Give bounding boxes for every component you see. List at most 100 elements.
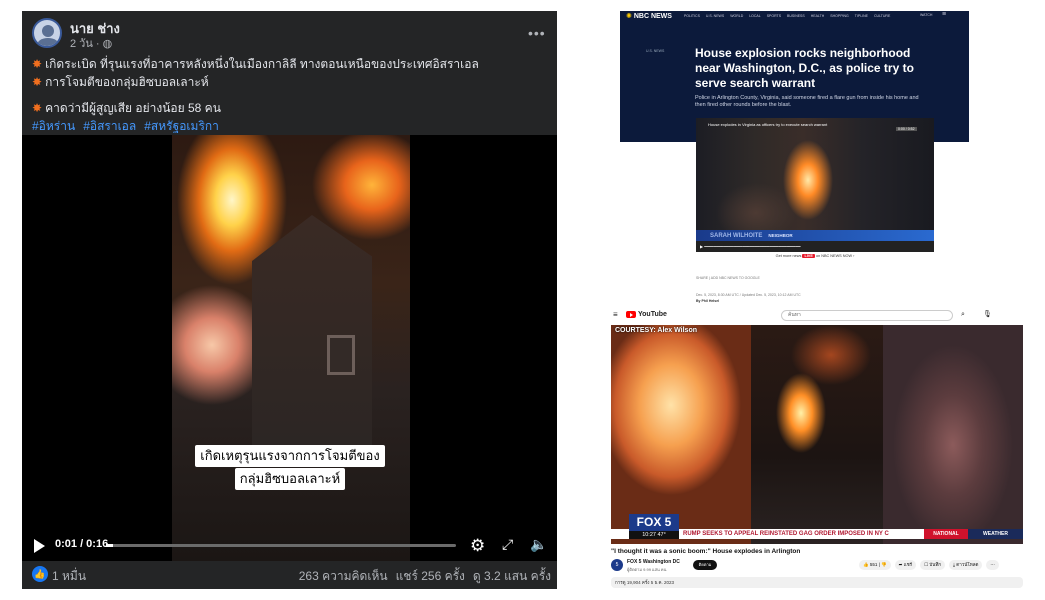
menu-icon[interactable]: ≡ (942, 11, 946, 18)
thumbs-up-icon: 👍 (863, 562, 869, 567)
fox5-logo: FOX 5 (629, 514, 679, 531)
nav-item[interactable]: HEALTH (811, 14, 825, 18)
download-button[interactable]: ⤓ ดาวน์โหลด (949, 560, 983, 570)
post-footer: 👍 1 หมื่น 263 ความคิดเห็น แชร์ 256 ครั้ง… (32, 566, 551, 586)
post-line-3: ✸ คาดว่ามีผู้สูญเสีย อย่างน้อย 58 คน (32, 99, 547, 117)
hashtag-link[interactable]: #อิสราเอล (83, 117, 136, 135)
video-controls: 0:01 / 0:16 ⚙ ⤢ 🔈 (22, 530, 557, 561)
progress-bar[interactable] (106, 544, 456, 547)
view-count: ดู 3.2 แสน ครั้ง (472, 569, 551, 583)
like-count: 551 (869, 562, 878, 567)
nav-item[interactable]: SHOPPING (830, 14, 848, 18)
courtesy-caption: COURTESY: Alex Wilson (615, 327, 698, 334)
broadcast-clock: 10:27 47° (629, 531, 679, 539)
menu-icon[interactable]: ≡ (613, 310, 618, 319)
video-description[interactable]: การดู 19,904 ครั้ง 5 ธ.ค. 2023 (611, 577, 1023, 588)
globe-icon: ◍ (102, 38, 113, 50)
channel-name[interactable]: FOX 5 Washington DC (627, 559, 680, 565)
nav-item[interactable]: WORLD (730, 14, 743, 18)
add-nbc-link[interactable]: ADD NBC NEWS TO GOOGLE (711, 276, 760, 280)
nbc-logo-text: NBC NEWS (633, 12, 672, 20)
search-icon[interactable]: ⌕ (961, 311, 965, 319)
nav-item[interactable]: SPORTS (767, 14, 781, 18)
thumbs-down-icon[interactable]: 👎 (881, 562, 887, 567)
post-stats: 263 ความคิดเห็น แชร์ 256 ครั้ง ดู 3.2 แส… (299, 567, 551, 586)
like-button[interactable]: 👍 551 | 👎 (859, 560, 891, 570)
comment-count[interactable]: 263 ความคิดเห็น (299, 567, 388, 586)
youtube-watch-page: ≡ YouTube ค้นหา ⌕ 🎙 COURTESY: Alex Wilso… (611, 308, 1023, 590)
nbc-video-controls[interactable]: ▶ ━━━━━━━━━━━━━━━━━━━━━━━━━━━━━━━━━━━━━━… (696, 241, 934, 252)
live-badge: LIVE (802, 254, 815, 258)
nav-item[interactable]: TIPLINE (855, 14, 868, 18)
channel-avatar[interactable]: 5 (611, 559, 623, 571)
more-icon[interactable]: ⋯ (986, 560, 999, 570)
more-news-text: Get more news (775, 254, 802, 258)
youtube-play-icon (626, 311, 636, 318)
lower-third: SARAH WILHOITE NEIGHBOR (696, 230, 934, 241)
subtitle-line-2: กลุ่มฮิซบอลเลาะห์ (234, 468, 346, 490)
progress-fill (106, 544, 113, 547)
subscriber-count: ผู้ติดตาม 9.99 แสน คน (627, 567, 667, 572)
save-icon: ☐ (924, 562, 929, 567)
nav-item[interactable]: BUSINESS (787, 14, 805, 18)
hashtag-link[interactable]: #สหรัฐอเมริกา (144, 117, 219, 135)
article-byline: By Phil Helsel (696, 299, 720, 303)
expand-icon[interactable]: ⤢ (502, 536, 513, 553)
save-button[interactable]: ☐ บันทึก (920, 560, 946, 570)
video-player[interactable]: เกิดเหตุรุนแรงจากการโจมตีของ กลุ่มฮิซบอล… (22, 135, 557, 561)
video-subtitle: เกิดเหตุรุนแรงจากการโจมตีของ กลุ่มฮิซบอล… (189, 445, 391, 491)
share-link[interactable]: SHARE (696, 276, 708, 280)
watch-link[interactable]: WATCH (920, 13, 932, 17)
post-line-1: ✸ เกิดระเบิด ที่รุนแรงที่อาคารหลังหนึ่งใน… (32, 55, 547, 73)
video-title: "I thought it was a sonic boom:" House e… (611, 548, 801, 555)
mute-icon[interactable]: 🔈 (530, 536, 547, 553)
video-panel-center (751, 325, 883, 544)
nav-item[interactable]: CULTURE (874, 14, 890, 18)
share-button[interactable]: ➦ แชร์ (894, 560, 917, 570)
share-count[interactable]: แชร์ 256 ครั้ง (396, 567, 465, 586)
collision-icon: ✸ (32, 75, 43, 89)
video-panel-left (611, 325, 751, 544)
more-news-suffix: on NBC NEWS NOW (815, 254, 853, 258)
post-text: ✸ เกิดระเบิด ที่รุนแรงที่อาคารหลังหนึ่งใน… (32, 55, 547, 135)
share-row: SHARE | ADD NBC NEWS TO GOOGLE (696, 276, 760, 280)
post-time[interactable]: 2 วัน · ◍ (70, 34, 112, 52)
post-line-1-text: เกิดระเบิด ที่รุนแรงที่อาคารหลังหนึ่งในเ… (45, 57, 479, 71)
post-line-2-text: การโจมตีของกลุ่มฮิซบอลเลาะห์ (45, 75, 209, 89)
article-category[interactable]: U.S. NEWS (646, 49, 664, 53)
download-label: ดาวน์โหลด (956, 562, 979, 567)
nbc-video-title: House explodes in Virginia as officers t… (708, 122, 828, 127)
timecode: 0:01 / 0:16 (55, 538, 109, 550)
post-time-text: 2 วัน · (70, 38, 103, 50)
gear-icon[interactable]: ⚙ (470, 536, 485, 556)
reaction-count[interactable]: 1 หมื่น (52, 567, 86, 586)
nav-item[interactable]: U.S. NEWS (706, 14, 724, 18)
nav-item[interactable]: LOCAL (749, 14, 760, 18)
collision-icon: ✸ (32, 101, 43, 115)
post-line-2: ✸ การโจมตีของกลุ่มฮิซบอลเลาะห์ (32, 73, 547, 91)
facebook-post: นาย ช่าง 2 วัน · ◍ ••• ✸ เกิดระเบิด ที่รุ… (22, 11, 557, 589)
lower-third-name: SARAH WILHOITE (710, 233, 763, 239)
save-label: บันทึก (929, 562, 942, 567)
hashtag-link[interactable]: #อิหร่าน (32, 117, 75, 135)
nav-item[interactable]: POLITICS (684, 14, 700, 18)
burning-house (252, 215, 372, 445)
mic-icon[interactable]: 🎙 (983, 310, 992, 318)
more-news-link[interactable]: Get more news LIVE on NBC NEWS NOW › (696, 254, 934, 258)
nbc-video-player[interactable]: House explodes in Virginia as officers t… (696, 118, 934, 252)
video-panel-right (883, 325, 1023, 544)
play-icon[interactable] (34, 539, 45, 553)
like-icon: 👍 (32, 566, 48, 582)
subscribe-button[interactable]: ติดตาม (693, 560, 717, 570)
article-dek: Police in Arlington County, Virginia, sa… (695, 95, 919, 108)
article-date: Dec. 5, 2023, 8:30 AM UTC / Updated Dec.… (696, 293, 801, 297)
hashtags: #อิหร่าน #อิสราเอล #สหรัฐอเมริกา (32, 117, 547, 135)
author-avatar[interactable] (32, 18, 62, 48)
nbc-logo[interactable]: ✺ NBC NEWS (626, 12, 672, 20)
share-label: แชร์ (903, 562, 913, 567)
youtube-logo[interactable]: YouTube (626, 311, 667, 318)
youtube-video-player[interactable]: COURTESY: Alex Wilson RUMP SEEKS TO APPE… (611, 325, 1023, 544)
search-input[interactable]: ค้นหา (781, 310, 953, 321)
more-icon[interactable]: ••• (528, 25, 546, 41)
video-actions: 👍 551 | 👎 ➦ แชร์ ☐ บันทึก ⤓ ดาวน์โหลด ⋯ (859, 560, 999, 570)
